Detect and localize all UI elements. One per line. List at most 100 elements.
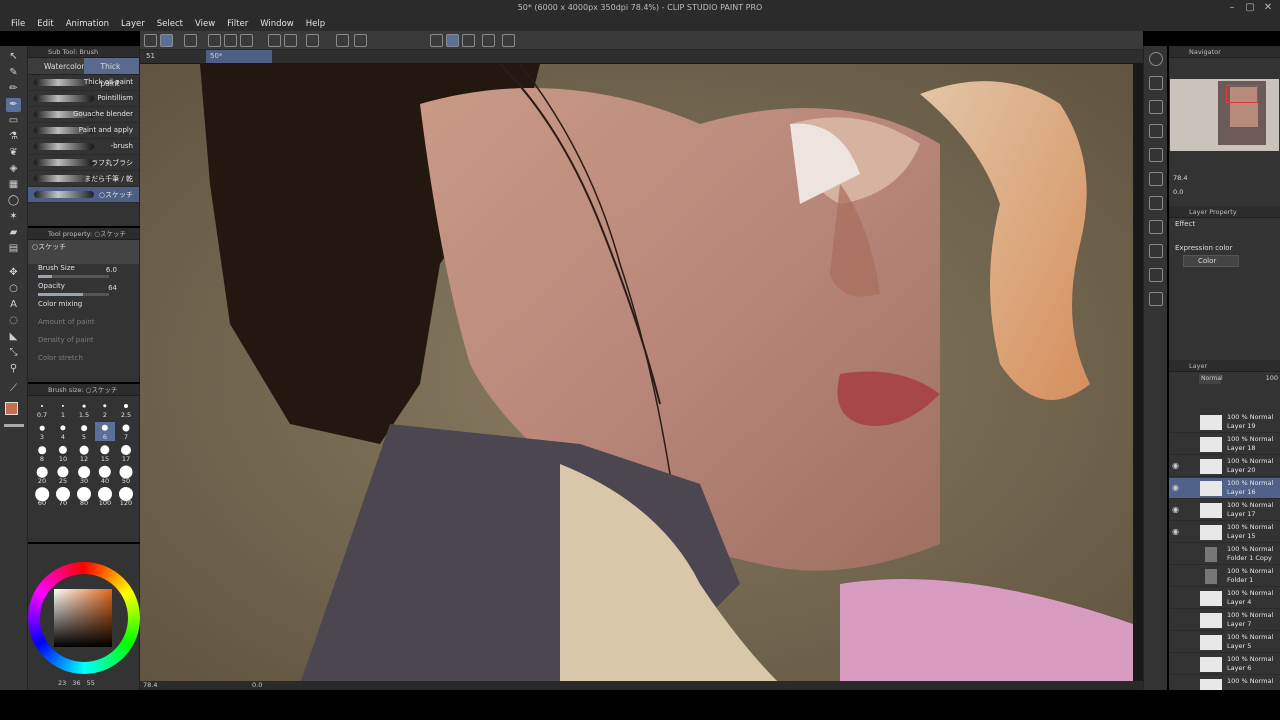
brush-size-option[interactable]: 60 xyxy=(32,487,52,507)
eyedropper-icon[interactable]: ⟋ xyxy=(6,382,21,396)
tab-thick-paint[interactable]: Thick paint xyxy=(84,58,139,88)
brush-size-option[interactable]: 2 xyxy=(95,400,115,419)
visibility-eye-icon[interactable]: ◉ xyxy=(1172,505,1179,514)
lasso-icon[interactable]: ◯ xyxy=(6,194,21,208)
layer-row[interactable]: ◉ 100 % Normal Layer 17 xyxy=(1169,500,1280,521)
brush-size-option[interactable]: 1.5 xyxy=(74,400,94,419)
brush-size-option[interactable]: 3 xyxy=(32,422,52,441)
menu-select[interactable]: Select xyxy=(157,19,183,29)
brush-item[interactable]: ラフ丸ブラシ xyxy=(28,155,139,171)
menu-filter[interactable]: Filter xyxy=(227,19,248,29)
visibility-eye-icon[interactable]: ◉ xyxy=(1172,483,1179,492)
undo-icon[interactable] xyxy=(268,34,281,47)
snap-special-icon[interactable] xyxy=(462,34,475,47)
layer-search-icon[interactable] xyxy=(1149,196,1163,210)
layer-opacity-value[interactable]: 100 xyxy=(1266,374,1278,382)
menu-layer[interactable]: Layer xyxy=(121,19,145,29)
property-icon[interactable] xyxy=(1149,100,1163,114)
brush-size-option[interactable]: 50 xyxy=(116,465,136,485)
pen-mode-icon[interactable] xyxy=(160,34,173,47)
brush-item-selected[interactable]: ○スケッチ xyxy=(28,187,139,203)
brush-size-option[interactable]: 17 xyxy=(116,444,136,463)
brush-size-slider[interactable] xyxy=(38,275,109,278)
navigator-rotation-value[interactable]: 0.0 xyxy=(1173,188,1183,196)
airbrush-icon[interactable]: ⚗ xyxy=(6,130,21,144)
brush-size-option[interactable]: 12 xyxy=(74,444,94,463)
brush-size-option[interactable]: 70 xyxy=(53,487,73,507)
brush-icon[interactable]: ✒ xyxy=(6,98,21,112)
color-mixing-row[interactable]: Color mixing xyxy=(28,300,139,318)
brush-size-option[interactable]: 80 xyxy=(74,487,94,507)
brush-size-option[interactable]: 5 xyxy=(74,422,94,441)
brush-size-option[interactable]: 2.5 xyxy=(116,400,136,419)
navigator-preview[interactable] xyxy=(1170,79,1279,151)
layer-folder-row[interactable]: 100 % Normal Folder 1 xyxy=(1169,566,1280,587)
pen-icon[interactable]: ✎ xyxy=(6,66,21,80)
search-icon[interactable] xyxy=(1149,52,1163,66)
brush-size-option[interactable]: 15 xyxy=(95,444,115,463)
transparent-swatch[interactable] xyxy=(4,424,24,427)
brush-size-option[interactable]: 1 xyxy=(53,400,73,419)
move-icon[interactable]: ✥ xyxy=(6,266,21,280)
close-panel-icon[interactable] xyxy=(1149,124,1163,138)
snap-icon[interactable] xyxy=(446,34,459,47)
saturation-square[interactable] xyxy=(54,589,112,647)
canvas-tab[interactable]: 51 xyxy=(142,50,204,63)
item-bank-icon[interactable] xyxy=(1149,244,1163,258)
opacity-slider[interactable] xyxy=(38,293,109,296)
visibility-eye-icon[interactable]: ◉ xyxy=(1172,461,1179,470)
history-icon[interactable] xyxy=(1149,148,1163,162)
brush-size-option[interactable]: 6 xyxy=(95,422,115,441)
brush-size-option[interactable]: 20 xyxy=(32,466,52,485)
navigator-zoom-value[interactable]: 78.4 xyxy=(1173,174,1187,182)
redo-icon[interactable] xyxy=(284,34,297,47)
save-icon[interactable] xyxy=(240,34,253,47)
pencil-icon[interactable]: ✏ xyxy=(6,82,21,96)
layer-row[interactable]: 100 % Normal Layer 19 xyxy=(1169,412,1280,433)
blend-icon[interactable]: ◈ xyxy=(6,162,21,176)
brush-item[interactable]: -brush xyxy=(28,139,139,155)
companion-icon[interactable] xyxy=(184,34,197,47)
brush-size-option[interactable]: 7 xyxy=(116,422,136,441)
brush-size-option[interactable]: 40 xyxy=(95,465,115,485)
minimize-icon[interactable]: – xyxy=(1226,2,1238,14)
brush-size-option[interactable]: 100 xyxy=(95,487,115,507)
maximize-icon[interactable]: ▢ xyxy=(1244,2,1256,14)
artwork[interactable] xyxy=(140,64,1133,684)
visibility-eye-icon[interactable]: ◉ xyxy=(1172,527,1179,536)
layer-row[interactable]: ◉ 100 % Normal Layer 20 xyxy=(1169,456,1280,477)
layer-row[interactable]: ◉ 100 % Normal Layer 15 xyxy=(1169,522,1280,543)
menu-view[interactable]: View xyxy=(195,19,215,29)
operation-icon[interactable]: ⤡ xyxy=(6,346,21,360)
layer-row[interactable]: 100 % Normal Layer 4 xyxy=(1169,588,1280,609)
brush-size-option[interactable]: 0.7 xyxy=(32,400,52,419)
decoration-icon[interactable]: ❦ xyxy=(6,146,21,160)
navigator-icon[interactable] xyxy=(1149,76,1163,90)
balloon-icon[interactable]: ◌ xyxy=(6,314,21,328)
layer-row[interactable]: 100 % Normal Layer 6 xyxy=(1169,654,1280,675)
frame-icon[interactable]: ▦ xyxy=(6,178,21,192)
layer-row[interactable]: ◉ 100 % Normal Layer 16 xyxy=(1169,478,1280,499)
text-icon[interactable]: A xyxy=(6,298,21,312)
fill-icon[interactable]: ▰ xyxy=(6,226,21,240)
brush-size-option[interactable]: 120 xyxy=(116,487,136,507)
fill-icon[interactable] xyxy=(336,34,349,47)
menu-window[interactable]: Window xyxy=(260,19,294,29)
loading-icon[interactable] xyxy=(306,34,319,47)
brush-item[interactable]: Paint and apply xyxy=(28,123,139,139)
select-arrow-icon[interactable]: ↖ xyxy=(6,50,21,64)
menu-file[interactable]: File xyxy=(11,19,25,29)
zoom-icon[interactable]: ⚲ xyxy=(6,362,21,376)
menu-lines-icon[interactable] xyxy=(144,34,157,47)
brush-size-option[interactable]: 30 xyxy=(74,466,94,485)
brush-item[interactable]: Thick oil paint xyxy=(28,75,139,91)
line-correct-icon[interactable]: ◣ xyxy=(6,330,21,344)
menu-animation[interactable]: Animation xyxy=(66,19,109,29)
brush-size-option[interactable]: 8 xyxy=(32,444,52,463)
ruler-icon[interactable] xyxy=(430,34,443,47)
eraser-icon[interactable]: ▭ xyxy=(6,114,21,128)
magic-wand-icon[interactable]: ✶ xyxy=(6,210,21,224)
menu-edit[interactable]: Edit xyxy=(37,19,53,29)
gradient-icon[interactable]: ▤ xyxy=(6,242,21,256)
brush-size-option[interactable]: 25 xyxy=(53,466,73,485)
